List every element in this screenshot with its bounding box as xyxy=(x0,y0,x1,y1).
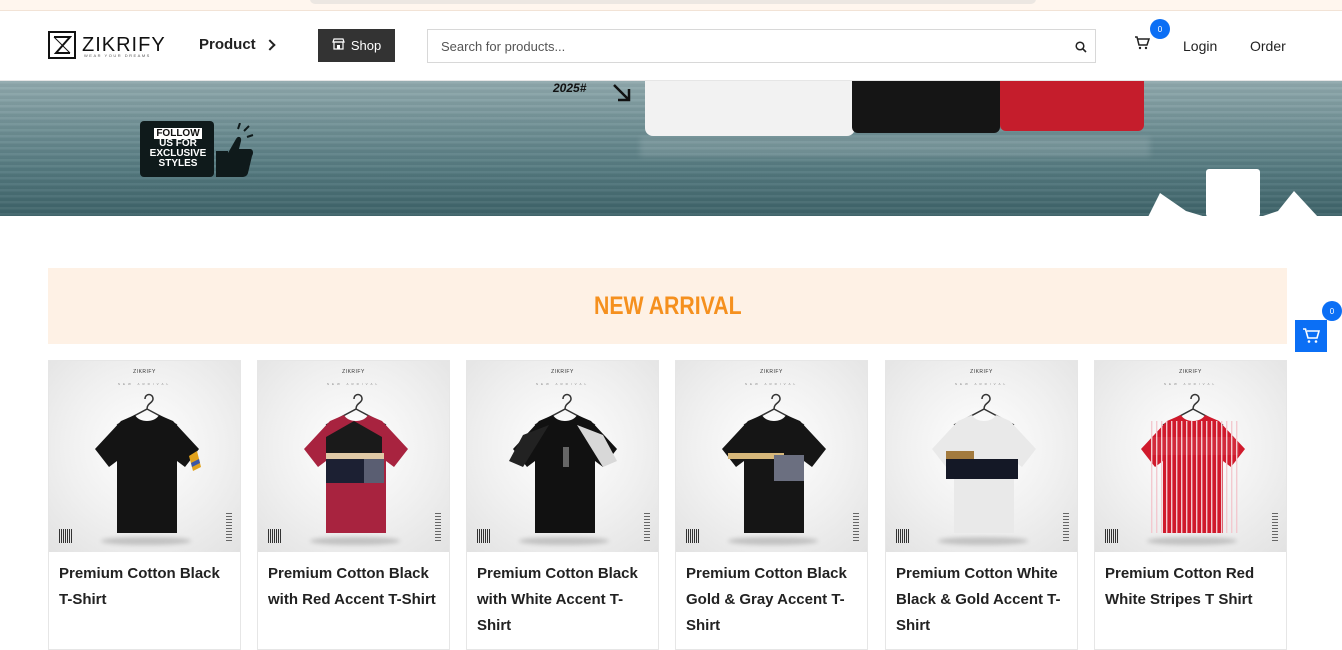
quality-label xyxy=(435,513,441,541)
order-link[interactable]: Order xyxy=(1250,38,1286,54)
shop-button[interactable]: Shop xyxy=(318,29,395,62)
banner-reflection xyxy=(640,137,1150,157)
product-image-brand: ZIKRIFY xyxy=(342,369,365,375)
product-card[interactable]: ZIKRIFY NEW ARRIVAL Premium Cotton Black w… xyxy=(466,360,659,650)
barcode-icon xyxy=(686,529,700,543)
search-icon[interactable] xyxy=(1075,40,1087,58)
product-card[interactable]: ZIKRIFY NEW ARRIVAL Premium Cotton Black T… xyxy=(48,360,241,650)
barcode-icon xyxy=(268,529,282,543)
product-title[interactable]: Premium Cotton Black T-Shirt xyxy=(49,552,240,613)
cart-count-badge: 0 xyxy=(1150,19,1170,39)
nav-product-label: Product xyxy=(199,36,256,53)
product-title[interactable]: Premium Cotton Black Gold & Gray Accent … xyxy=(676,552,867,639)
follow-badge: FOLLOW US FOR EXCLUSIVE STYLES xyxy=(140,121,214,177)
quality-label xyxy=(226,513,232,541)
barcode-icon xyxy=(1105,529,1119,543)
search-box xyxy=(427,29,1096,63)
header-cart[interactable]: 0 xyxy=(1134,19,1170,55)
top-strip-pill xyxy=(310,0,1036,4)
top-strip xyxy=(0,0,1342,11)
product-image-brand: ZIKRIFY xyxy=(1179,369,1202,375)
product-card[interactable]: ZIKRIFY NEW ARRIVAL Premium Cotton Black G… xyxy=(675,360,868,650)
cart-icon xyxy=(1135,36,1151,50)
logo-mark-icon xyxy=(48,31,76,59)
product-image[interactable]: ZIKRIFY NEW ARRIVAL xyxy=(467,361,658,552)
product-card[interactable]: ZIKRIFY NEW ARRIVAL Premium Cotton Red Whi… xyxy=(1094,360,1287,650)
floating-cart-button[interactable]: 0 xyxy=(1295,301,1342,352)
login-link[interactable]: Login xyxy=(1183,38,1217,54)
floating-cart-count-badge: 0 xyxy=(1322,301,1342,321)
new-arrival-banner: NEW ARRIVAL xyxy=(48,268,1287,344)
site-header: ZIKRIFY WEAR YOUR DREAMS Product Shop 0 … xyxy=(0,11,1342,81)
banner-white-shirt xyxy=(645,81,855,136)
chevron-right-icon xyxy=(264,38,276,51)
logo-tagline: WEAR YOUR DREAMS xyxy=(84,53,151,58)
search-input[interactable] xyxy=(428,30,1058,62)
product-title[interactable]: Premium Cotton Black with Red Accent T-S… xyxy=(258,552,449,613)
barcode-icon xyxy=(59,529,73,543)
product-image[interactable]: ZIKRIFY NEW ARRIVAL xyxy=(886,361,1077,552)
hero-banner[interactable]: FOLLOW US FOR EXCLUSIVE STYLES 2025# xyxy=(0,81,1342,216)
banner-red-shirt xyxy=(1000,81,1144,131)
follow-line-4: STYLES xyxy=(158,158,198,169)
store-icon xyxy=(331,38,345,53)
product-image-brand: ZIKRIFY xyxy=(970,369,993,375)
product-image-brand: ZIKRIFY xyxy=(133,369,156,375)
banner-black-shirt xyxy=(852,81,1000,133)
thumbs-up-icon xyxy=(216,123,254,177)
barcode-icon xyxy=(477,529,491,543)
product-image-brand: ZIKRIFY xyxy=(551,369,574,375)
quality-label xyxy=(853,513,859,541)
product-image[interactable]: ZIKRIFY NEW ARRIVAL xyxy=(1095,361,1286,552)
quality-label xyxy=(1063,513,1069,541)
product-title[interactable]: Premium Cotton Black with White Accent T… xyxy=(467,552,658,639)
logo-text: ZIKRIFY xyxy=(82,34,166,56)
product-image-brand: ZIKRIFY xyxy=(760,369,783,375)
banner-year: 2025# xyxy=(553,81,587,95)
banner-decoration-shape xyxy=(1148,169,1318,216)
product-grid: ZIKRIFY NEW ARRIVAL Premium Cotton Black T… xyxy=(48,360,1287,650)
site-logo[interactable]: ZIKRIFY WEAR YOUR DREAMS xyxy=(48,31,166,59)
quality-label xyxy=(1272,513,1278,541)
arrow-down-right-icon xyxy=(613,84,631,102)
product-title[interactable]: Premium Cotton Red White Stripes T Shirt xyxy=(1095,552,1286,613)
barcode-icon xyxy=(896,529,910,543)
nav-product-menu[interactable]: Product xyxy=(199,36,276,53)
product-card[interactable]: ZIKRIFY NEW ARRIVAL Premium Cotton White B… xyxy=(885,360,1078,650)
product-image[interactable]: ZIKRIFY NEW ARRIVAL xyxy=(676,361,867,552)
product-card[interactable]: ZIKRIFY NEW ARRIVAL Premium Cotton Black w… xyxy=(257,360,450,650)
product-image[interactable]: ZIKRIFY NEW ARRIVAL xyxy=(258,361,449,552)
product-image[interactable]: ZIKRIFY NEW ARRIVAL xyxy=(49,361,240,552)
section-title: NEW ARRIVAL xyxy=(593,291,742,320)
product-title[interactable]: Premium Cotton White Black & Gold Accent… xyxy=(886,552,1077,639)
shop-label: Shop xyxy=(350,38,382,53)
cart-icon xyxy=(1303,328,1320,343)
quality-label xyxy=(644,513,650,541)
